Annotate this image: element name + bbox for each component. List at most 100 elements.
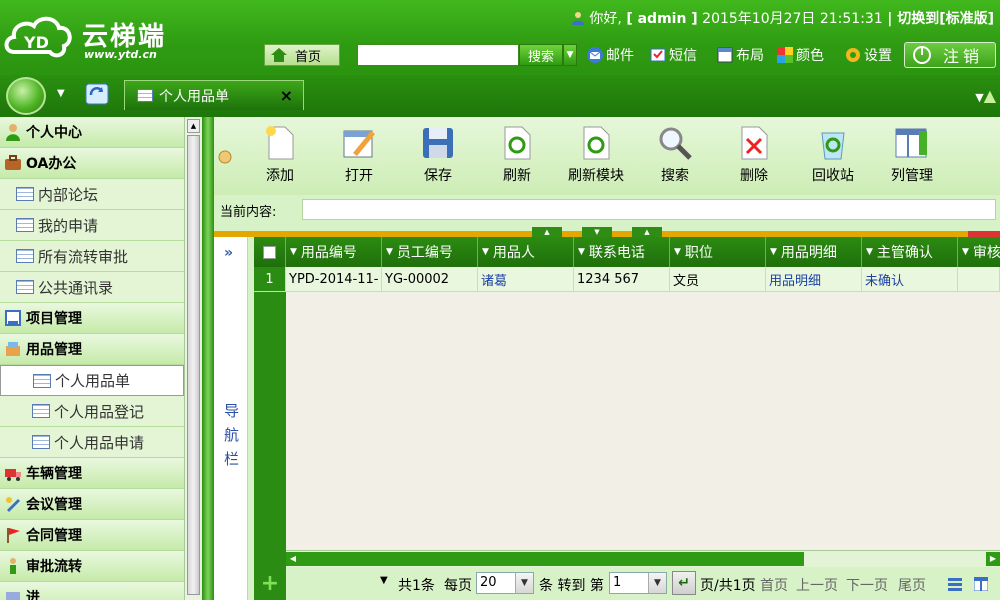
nav-mail[interactable]: 邮件 [586, 44, 634, 66]
search-button[interactable]: 搜索 [519, 44, 563, 66]
goto-label: 条 转到 第 [539, 578, 604, 594]
desktop-refresh-icon[interactable] [84, 82, 110, 106]
sidebar-item-6[interactable]: 项目管理 [0, 303, 184, 334]
scroll-right-icon[interactable]: ▶ [986, 552, 1000, 566]
view-list-icon[interactable] [948, 577, 962, 591]
table-row[interactable]: 1 YPD-2014-11- YG-00002 诸葛 1234 567 文员 用… [254, 267, 1000, 292]
save-button[interactable]: 保存 [402, 125, 474, 185]
grid-header: ▼ 用品编号 ▼ 员工编号 ▼ 用品人 ▼ 联系电话 ▼ 职位 ▼ 用品明细 ▼ 主管确认 ▼… [254, 237, 1000, 267]
username[interactable]: [ admin ] [626, 11, 697, 27]
nav-color[interactable]: 颜色 [776, 44, 824, 66]
sidebar-item-7[interactable]: 用品管理 [0, 334, 184, 365]
sidebar-item-10[interactable]: 个人用品申请 [0, 427, 184, 458]
sidebar-item-2[interactable]: 内部论坛 [0, 179, 184, 210]
nav-sms[interactable]: 短信 [649, 44, 697, 66]
cell-item-detail-link[interactable]: 用品明细 [766, 267, 862, 292]
sidebar-item-11[interactable]: 车辆管理 [0, 458, 184, 489]
tab-personal-supplies[interactable]: 个人用品单 × [124, 80, 304, 110]
col-header-employee-no[interactable]: ▼ 员工编号 [382, 237, 478, 267]
cell-audit[interactable] [958, 267, 1000, 292]
col-header-audit[interactable]: ▼ 审核 [958, 237, 1000, 267]
recycle-bin-button[interactable]: 回收站 [797, 125, 869, 185]
cell-user-link[interactable]: 诸葛 [478, 267, 574, 292]
delete-button[interactable]: 删除 [718, 125, 790, 185]
nav-settings[interactable]: 设置 [844, 44, 892, 66]
view-grid-icon[interactable] [974, 577, 988, 591]
scroll-left-icon[interactable]: ◀ [286, 552, 300, 566]
search-dropdown-icon[interactable]: ▼ [563, 44, 577, 66]
sidebar-item-12[interactable]: 会议管理 [0, 489, 184, 520]
sidebar-item-3[interactable]: 我的申请 [0, 210, 184, 241]
first-page-link[interactable]: 首页 [760, 575, 788, 595]
scroll-up-icon[interactable]: ▲ [187, 119, 200, 133]
col-header-item-detail[interactable]: ▼ 用品明细 [766, 237, 862, 267]
expand-nav-icon[interactable]: » [224, 245, 233, 261]
home-button[interactable]: 首页 [264, 44, 340, 66]
open-button[interactable]: 打开 [323, 125, 395, 185]
go-button[interactable]: ↵ [672, 571, 696, 595]
refresh-button[interactable]: 刷新 [481, 125, 553, 185]
column-manage-button[interactable]: 列管理 [876, 125, 948, 185]
select-all-checkbox[interactable] [254, 237, 286, 267]
add-row-icon[interactable]: + [254, 567, 286, 600]
nav-layout[interactable]: 布局 [716, 44, 764, 66]
refresh-module-button[interactable]: 刷新模块 [560, 125, 632, 185]
gear-icon [846, 48, 860, 62]
cell-employee-no[interactable]: YG-00002 [382, 267, 478, 292]
tabbar-menu-icon[interactable]: ▼▲ [975, 86, 996, 105]
current-content-field[interactable] [302, 199, 996, 220]
col-header-item-no[interactable]: ▼ 用品编号 [286, 237, 382, 267]
cell-position[interactable]: 文员 [670, 267, 766, 292]
prev-page-link[interactable]: 上一页 [796, 575, 838, 595]
search-input[interactable] [357, 44, 519, 66]
grid-horizontal-scrollbar[interactable]: ◀ ▶ [286, 550, 1000, 567]
page-select[interactable]: 1 ▼ [609, 572, 667, 594]
sidebar-item-5[interactable]: 公共通讯录 [0, 272, 184, 303]
color-icon [777, 47, 793, 63]
datetime: 2015年10月27日 21:51:31 [702, 11, 883, 27]
sidebar-splitter[interactable] [202, 117, 214, 600]
col-header-manager-confirm[interactable]: ▼ 主管确认 [862, 237, 958, 267]
col-header-user[interactable]: ▼ 用品人 [478, 237, 574, 267]
col-header-position[interactable]: ▼ 职位 [670, 237, 766, 267]
pager-menu-icon[interactable]: ▼ [380, 575, 388, 586]
add-button[interactable]: 添加 [244, 125, 316, 185]
power-icon [913, 46, 931, 64]
sidebar-item-15[interactable]: 进 [0, 582, 184, 600]
col-label: 用品人 [492, 245, 535, 261]
orb-dropdown-icon[interactable]: ▼ [57, 88, 65, 99]
flag-icon [7, 528, 20, 543]
current-content-label: 当前内容: [220, 205, 277, 220]
sidebar-item-8[interactable]: 个人用品单 [0, 365, 184, 396]
cell-manager-confirm-link[interactable]: 未确认 [862, 267, 958, 292]
switch-version-link[interactable]: | 切换到[标准版] [887, 11, 994, 27]
project-icon [5, 310, 21, 326]
search-tool-button[interactable]: 搜索 [639, 125, 711, 185]
logout-button[interactable]: 注销 [904, 42, 996, 68]
scroll-thumb[interactable] [187, 135, 200, 595]
sidebar-item-9[interactable]: 个人用品登记 [0, 396, 184, 427]
collapse-up-icon-2[interactable]: ▲ [632, 227, 662, 237]
sidebar-item-13[interactable]: 合同管理 [0, 520, 184, 551]
total-count: 共1条 [398, 578, 435, 594]
nav-panel-label[interactable]: 导航栏 [224, 399, 240, 471]
sidebar-scrollbar[interactable]: ▲ [184, 117, 202, 600]
start-orb-icon[interactable] [6, 77, 46, 115]
cell-item-no[interactable]: YPD-2014-11- [286, 267, 382, 292]
col-header-phone[interactable]: ▼ 联系电话 [574, 237, 670, 267]
sidebar-item-0[interactable]: 个人中心 [0, 117, 184, 148]
toolbar-grip-icon [218, 150, 232, 164]
h-scroll-thumb[interactable] [300, 552, 804, 566]
layout-icon [717, 47, 733, 63]
sidebar-item-label: 个人用品申请 [54, 433, 145, 452]
sidebar-item-14[interactable]: 审批流转 [0, 551, 184, 582]
cell-phone[interactable]: 1234 567 [574, 267, 670, 292]
per-page-select[interactable]: 20 ▼ [476, 572, 534, 594]
sidebar-item-1[interactable]: OA办公 [0, 148, 184, 179]
next-page-link[interactable]: 下一页 [846, 575, 888, 595]
sidebar-item-4[interactable]: 所有流转审批 [0, 241, 184, 272]
collapse-up-icon[interactable]: ▲ [532, 227, 562, 237]
close-icon[interactable]: × [280, 86, 293, 105]
last-page-link[interactable]: 尾页 [898, 575, 926, 595]
collapse-down-icon[interactable]: ▼ [582, 227, 612, 237]
